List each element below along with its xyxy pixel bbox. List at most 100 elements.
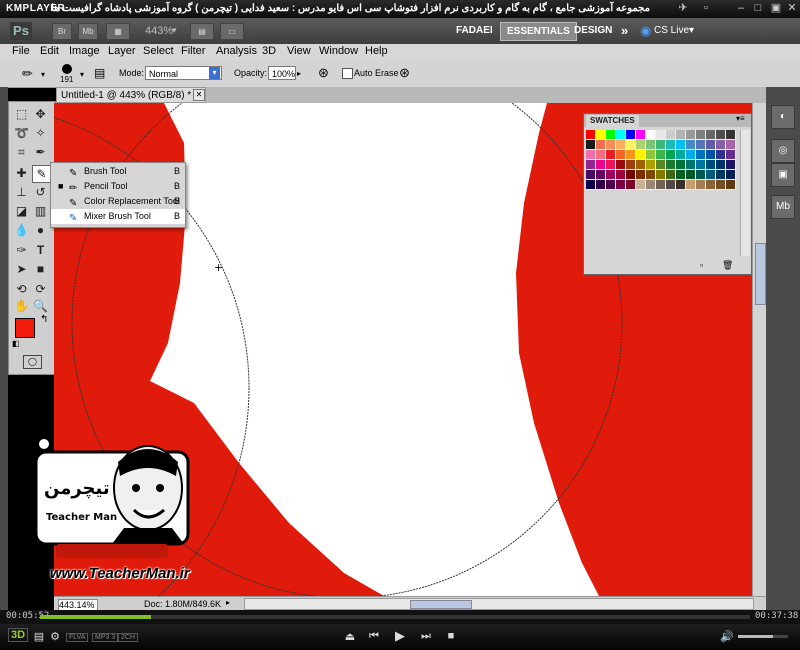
tablet-pressure-opacity-icon[interactable]: ⊛ <box>318 65 329 81</box>
settings-icon[interactable]: ▫ <box>700 2 712 14</box>
panel-menu-icon[interactable]: ▾≡ <box>736 114 745 123</box>
chevron-down-icon[interactable]: ▾ <box>209 67 220 79</box>
swatch[interactable] <box>666 170 676 180</box>
pin-icon[interactable]: ✈ <box>677 2 689 14</box>
menu-select[interactable]: Select <box>143 45 174 57</box>
pen-tool-icon[interactable]: ✑ <box>13 242 30 258</box>
swatch[interactable] <box>686 150 696 160</box>
settings-icon[interactable]: ⚙ <box>48 630 62 643</box>
dodge-tool-icon[interactable]: ● <box>32 222 49 238</box>
more-workspaces-icon[interactable]: » <box>615 22 634 39</box>
menu-help[interactable]: Help <box>365 45 388 57</box>
menu-filter[interactable]: Filter <box>181 45 205 57</box>
swatch[interactable] <box>606 150 616 160</box>
crop-tool-icon[interactable]: ⌗ <box>13 144 30 160</box>
swatch[interactable] <box>636 170 646 180</box>
swatch[interactable] <box>586 170 596 180</box>
swatch[interactable] <box>626 140 636 150</box>
playlist-icon[interactable]: ▤ <box>32 630 46 643</box>
swatch[interactable] <box>656 170 666 180</box>
zoom-level[interactable]: 443% <box>145 25 173 37</box>
seek-bar[interactable] <box>40 615 750 619</box>
swatch[interactable] <box>666 160 676 170</box>
stop-icon[interactable]: ■ <box>444 630 458 642</box>
chevron-down-icon[interactable]: ▾ <box>41 70 45 79</box>
swatch[interactable] <box>676 150 686 160</box>
swatch[interactable] <box>606 180 616 190</box>
swatch[interactable] <box>706 170 716 180</box>
swatch[interactable] <box>626 180 636 190</box>
chevron-down-icon[interactable]: ▾ <box>172 25 177 36</box>
screen-mode-icon[interactable]: ▭ <box>220 23 244 40</box>
swatch[interactable] <box>656 140 666 150</box>
swatch[interactable] <box>646 150 656 160</box>
close-icon[interactable]: ✕ <box>786 2 798 14</box>
swatch[interactable] <box>716 180 726 190</box>
blur-tool-icon[interactable]: 💧 <box>13 222 30 238</box>
brush-preview-icon[interactable] <box>62 64 72 74</box>
history-brush-tool-icon[interactable]: ↺ <box>32 184 49 200</box>
scroll-thumb[interactable] <box>410 600 472 609</box>
eject-icon[interactable]: ⏏ <box>343 630 357 643</box>
arrange-documents-icon[interactable]: ▤ <box>190 23 214 40</box>
swatch[interactable] <box>716 160 726 170</box>
flyout-item-pencil[interactable]: ■ ✏ Pencil Tool B <box>51 179 185 194</box>
swatch[interactable] <box>656 150 666 160</box>
swatch[interactable] <box>646 130 656 140</box>
clone-stamp-tool-icon[interactable]: ⊥ <box>13 184 30 200</box>
swatch[interactable] <box>606 140 616 150</box>
swatch[interactable] <box>606 160 616 170</box>
opacity-input[interactable]: 100% <box>268 66 296 80</box>
swatch[interactable] <box>696 160 706 170</box>
marquee-tool-icon[interactable]: ⬚ <box>13 106 30 122</box>
foreground-color-swatch[interactable] <box>15 318 35 338</box>
eraser-tool-icon[interactable]: ◪ <box>13 203 30 219</box>
menu-window[interactable]: Window <box>319 45 358 57</box>
swatch[interactable] <box>726 150 736 160</box>
hand-tool-icon[interactable]: ✋ <box>13 298 30 314</box>
tablet-pressure-size-icon[interactable]: ⊛ <box>399 65 410 81</box>
menu-layer[interactable]: Layer <box>108 45 136 57</box>
swatch[interactable] <box>616 140 626 150</box>
swatch[interactable] <box>626 160 636 170</box>
move-tool-icon[interactable]: ✥ <box>32 106 49 122</box>
swatch[interactable] <box>656 180 666 190</box>
flyout-item-color-replacement[interactable]: ✎ Color Replacement Tool B <box>51 194 185 209</box>
swatch[interactable] <box>636 140 646 150</box>
brush-tool-icon[interactable]: ✎ <box>32 165 51 183</box>
auto-erase-checkbox[interactable] <box>342 68 353 79</box>
lasso-tool-icon[interactable]: ➰ <box>13 125 30 141</box>
swatch[interactable] <box>706 180 716 190</box>
swatch[interactable] <box>586 160 596 170</box>
swatch[interactable] <box>636 130 646 140</box>
swatch[interactable] <box>726 140 736 150</box>
brush-panel-icon[interactable]: ▤ <box>94 66 105 80</box>
zoom-tool-icon[interactable]: 🔍 <box>32 298 49 314</box>
swatch[interactable] <box>646 160 656 170</box>
swatch[interactable] <box>666 180 676 190</box>
flyout-item-brush[interactable]: ✎ Brush Tool B <box>51 164 185 179</box>
next-icon[interactable]: ⏭ <box>419 630 433 643</box>
swatch[interactable] <box>616 150 626 160</box>
swatch[interactable] <box>646 180 656 190</box>
swatch[interactable] <box>686 180 696 190</box>
swap-colors-icon[interactable]: ↰ <box>40 314 48 325</box>
chevron-down-icon[interactable]: ▾ <box>80 70 84 79</box>
quick-mask-icon[interactable]: ◯ <box>23 355 42 369</box>
swatch[interactable] <box>656 160 666 170</box>
play-icon[interactable]: ▶ <box>393 628 407 644</box>
trash-icon[interactable]: 🗑 <box>722 260 733 271</box>
extras-icon[interactable]: ▦ <box>106 23 130 40</box>
swatch[interactable] <box>686 170 696 180</box>
swatch[interactable] <box>676 170 686 180</box>
swatch[interactable] <box>696 130 706 140</box>
swatch[interactable] <box>626 170 636 180</box>
default-colors-icon[interactable]: ◧ <box>12 339 20 348</box>
maximize-icon[interactable]: □ <box>752 2 764 14</box>
swatch[interactable] <box>716 150 726 160</box>
swatch[interactable] <box>606 170 616 180</box>
swatch[interactable] <box>716 140 726 150</box>
horizontal-scrollbar[interactable] <box>244 598 754 610</box>
swatch[interactable] <box>586 130 596 140</box>
swatch[interactable] <box>716 130 726 140</box>
